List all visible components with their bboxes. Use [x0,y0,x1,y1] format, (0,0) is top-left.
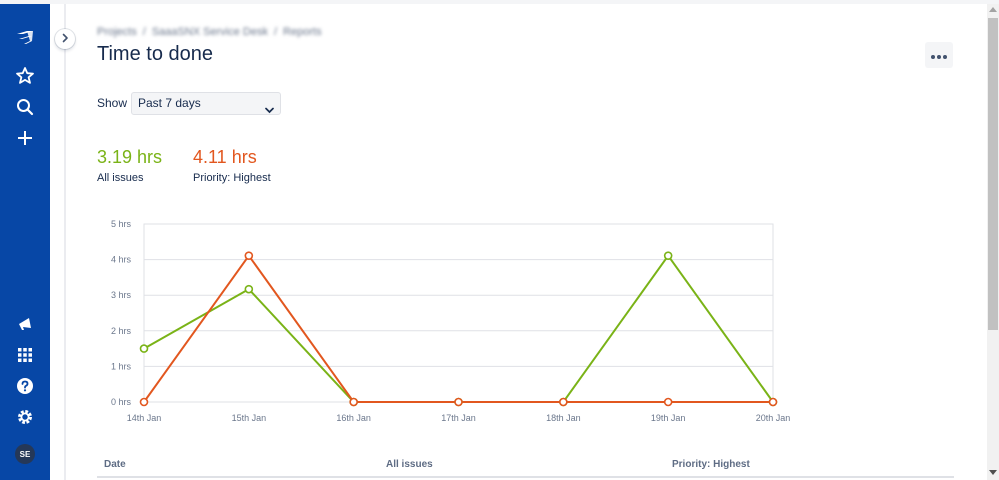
star-icon[interactable] [13,64,37,88]
breadcrumb-project[interactable]: SaaaSNX Service Desk [152,26,268,38]
stat-priority-highest-label: Priority: Highest [193,172,271,184]
sidebar-divider [64,4,66,480]
period-select[interactable]: Past 7 days [131,92,281,115]
top-edge [0,0,999,4]
stat-all-issues-label: All issues [97,172,144,184]
plus-icon[interactable] [13,126,37,150]
page-title: Time to done [97,43,213,65]
jira-logo-icon[interactable] [13,26,37,50]
data-point-priority-highest [559,397,568,407]
data-point-all-issues [139,344,149,353]
data-point-priority-highest [768,397,778,407]
y-tick-label: 2 hrs [111,326,132,336]
more-icon [930,46,948,64]
x-tick-label: 19th Jan [651,413,686,423]
data-point-priority-highest [454,397,463,407]
breadcrumb-separator: / [142,26,146,38]
breadcrumb-reports[interactable]: Reports [283,26,322,38]
y-tick-label: 0 hrs [111,397,132,407]
more-actions-button[interactable] [925,42,953,68]
scroll-up-arrow[interactable] [989,7,997,12]
table-header-all-issues[interactable]: All issues [386,459,433,470]
table-header-date[interactable]: Date [104,459,126,470]
breadcrumb: Projects / SaaaSNX Service Desk / Reports [97,26,328,38]
period-select-value: Past 7 days [138,96,201,110]
y-tick-label: 4 hrs [111,255,132,265]
time-to-done-chart: 0 hrs 1 hrs 2 hrs 3 hrs 4 hrs 5 hrs 14th Jan 15… [111,219,791,423]
x-tick-label: 16th Jan [336,413,371,423]
chevron-down-icon [265,100,274,121]
global-sidebar: SE [0,4,50,480]
y-tick-label: 5 hrs [111,219,132,229]
breadcrumb-separator: / [273,26,278,38]
help-icon[interactable] [13,374,37,398]
y-tick-label: 1 hrs [111,361,132,371]
data-point-priority-highest [663,397,673,407]
data-point-all-issues [244,284,254,294]
series-line-all-issues [143,253,774,403]
megaphone-icon[interactable] [13,312,37,336]
x-tick-label: 15th Jan [232,413,267,423]
table-header: Date All issues Priority: Highest [97,456,954,478]
stat-priority-highest-value: 4.11 hrs [193,147,257,167]
show-label: Show [97,96,128,110]
series-line-priority-highest [143,253,773,403]
breadcrumb-projects[interactable]: Projects [97,26,137,38]
avatar[interactable]: SE [15,444,35,464]
scrollbar-thumb[interactable] [988,18,998,330]
x-tick-label: 20th Jan [756,413,791,423]
data-point-priority-highest [349,397,358,407]
app-switcher-icon[interactable] [13,343,37,367]
data-point-all-issues [663,251,673,260]
stat-all-issues-value: 3.19 hrs [97,147,163,167]
collapse-sidebar-button[interactable] [55,29,75,49]
data-point-priority-highest [139,397,149,407]
scroll-down-arrow[interactable] [989,470,997,475]
x-tick-label: 18th Jan [546,413,581,423]
y-tick-label: 3 hrs [111,290,132,300]
settings-icon[interactable] [13,405,37,429]
x-tick-label: 14th Jan [127,413,162,423]
data-point-priority-highest [244,251,254,260]
plot-area [143,223,774,403]
table-header-priority-highest[interactable]: Priority: Highest [672,459,750,470]
x-tick-label: 17th Jan [441,413,476,423]
search-icon[interactable] [13,95,37,119]
chevron-right-icon [61,30,69,48]
